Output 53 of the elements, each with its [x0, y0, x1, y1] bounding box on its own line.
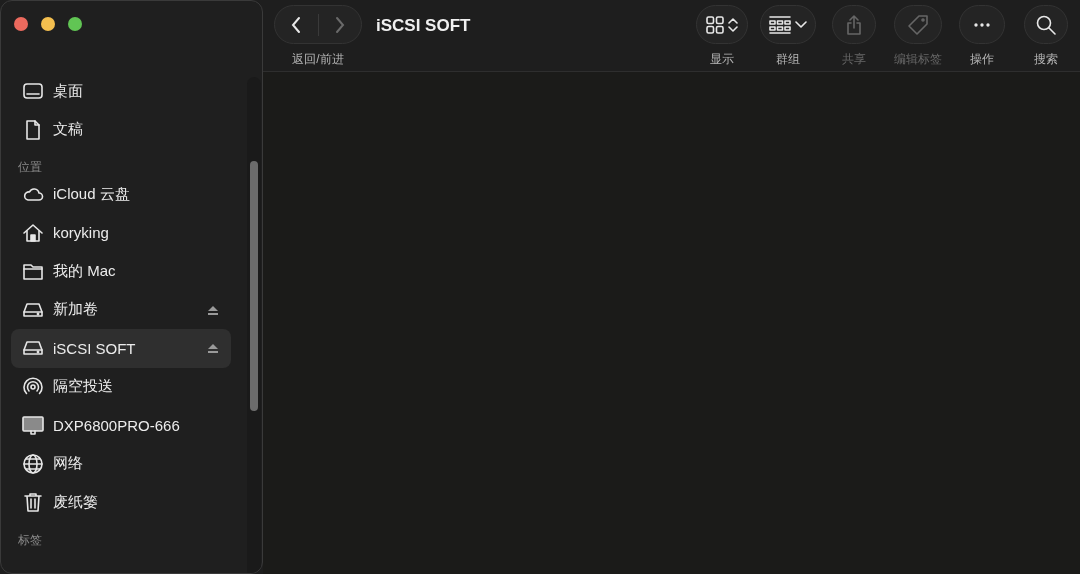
- sidebar-item[interactable]: 网络: [11, 444, 231, 483]
- sidebar-item[interactable]: koryking: [11, 213, 231, 252]
- item-label: 废纸篓: [53, 492, 99, 512]
- tag-icon: [907, 13, 929, 36]
- sidebar-item[interactable]: 桌面: [11, 72, 231, 111]
- globe-icon: [22, 452, 44, 475]
- toolbar-label: 群组: [776, 51, 800, 68]
- trash-icon: [22, 491, 44, 514]
- toolbar-label: 显示: [710, 51, 734, 68]
- sidebar-item[interactable]: DXP6800PRO-666: [11, 406, 231, 445]
- more-icon: [974, 22, 990, 27]
- group-button[interactable]: [760, 5, 816, 44]
- minimize-button[interactable]: [41, 17, 55, 31]
- item-label: 桌面: [53, 81, 84, 101]
- toolbar-label: 搜索: [1034, 51, 1058, 68]
- toolbar-label: 操作: [970, 51, 994, 68]
- item-label: 我的 Mac: [53, 261, 117, 281]
- zoom-button[interactable]: [68, 17, 82, 31]
- search-icon: [1035, 13, 1057, 36]
- item-label: 网络: [53, 454, 84, 474]
- item-label: 文稿: [53, 120, 84, 140]
- item-label: koryking: [53, 224, 110, 242]
- chevron-down-icon: [795, 20, 807, 29]
- window-title: iSCSI SOFT: [376, 16, 472, 37]
- chevron-right-icon: [333, 15, 346, 34]
- item-label: 新加卷: [53, 300, 99, 320]
- scroll-thumb[interactable]: [250, 161, 258, 411]
- section-title: 标签: [17, 531, 43, 548]
- grid-icon: [706, 15, 724, 34]
- toolbar-label: 共享: [842, 51, 866, 68]
- section-title: 位置: [17, 159, 43, 175]
- scrollbar[interactable]: [247, 77, 261, 573]
- search-button[interactable]: [1024, 5, 1068, 44]
- toolbar-label: 编辑标签: [894, 51, 942, 68]
- chevron-up-down-icon: [728, 16, 738, 33]
- sidebar-item[interactable]: 新加卷: [11, 290, 231, 329]
- chevron-left-icon: [290, 15, 303, 34]
- sidebar-item[interactable]: 我的 Mac: [11, 252, 231, 291]
- item-label: DXP6800PRO-666: [53, 416, 181, 434]
- item-label: iCloud 云盘: [53, 184, 131, 204]
- sidebar-item[interactable]: 废纸篓: [11, 483, 231, 522]
- close-button[interactable]: [14, 17, 28, 31]
- view-button[interactable]: [696, 5, 748, 44]
- navigation-label: 返回/前进: [292, 51, 344, 68]
- item-label: 隔空投送: [53, 377, 114, 397]
- house-icon: [22, 221, 44, 244]
- item-label: iSCSI SOFT: [53, 339, 137, 357]
- sidebar-item[interactable]: iCloud 云盘: [11, 175, 231, 214]
- sidebar-item[interactable]: iSCSI SOFT: [11, 329, 231, 368]
- sidebar-item[interactable]: 文稿: [11, 110, 231, 149]
- monitor-icon: [22, 414, 44, 437]
- sidebar-item[interactable]: 隔空投送: [11, 367, 231, 406]
- group-icon: [769, 15, 791, 34]
